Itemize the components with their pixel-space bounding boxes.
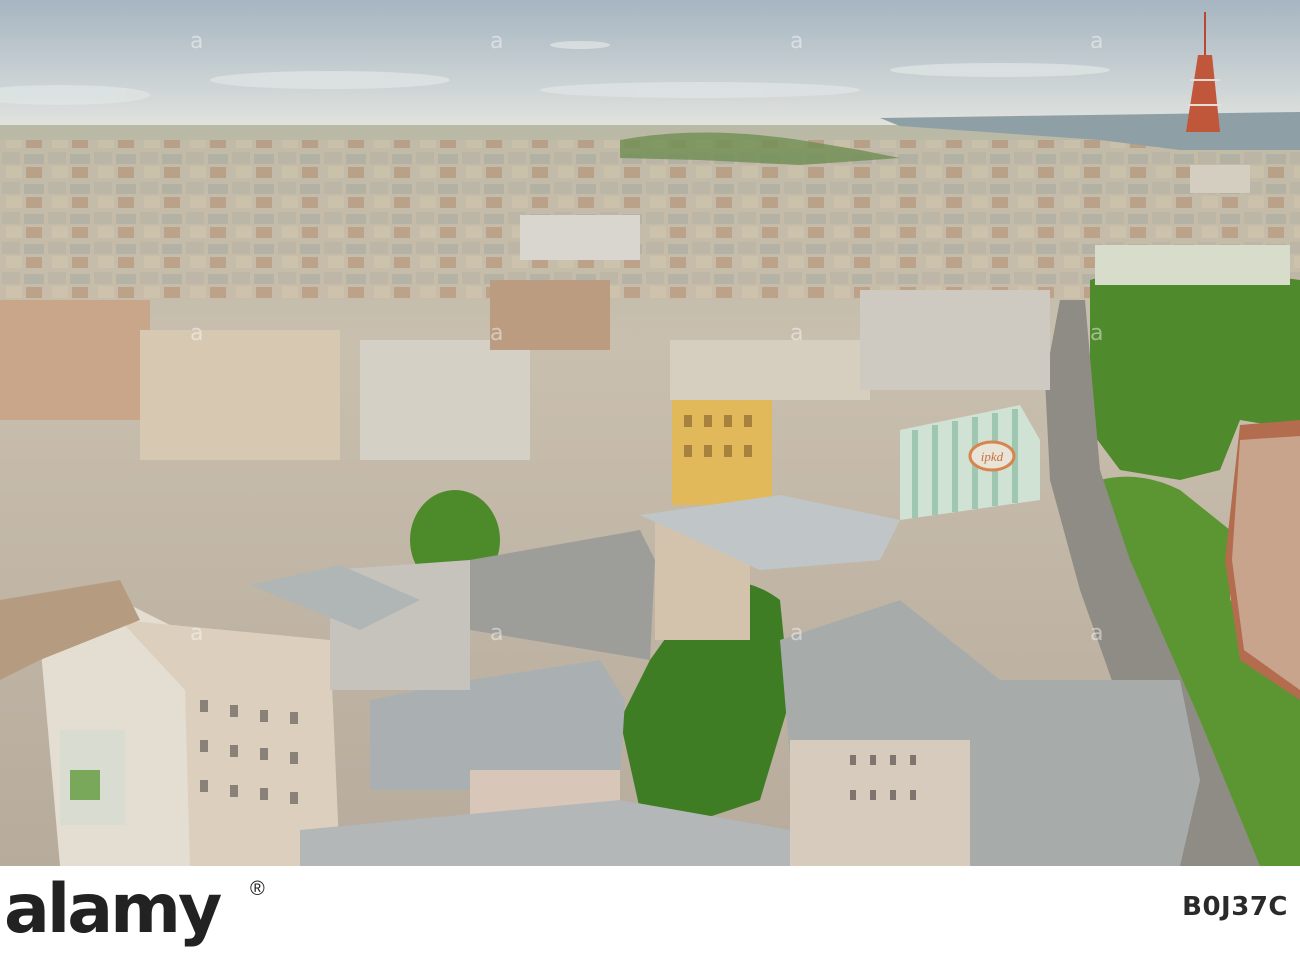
svg-text:a: a [1090, 621, 1103, 646]
svg-text:a: a [190, 29, 203, 54]
svg-text:a: a [790, 621, 803, 646]
svg-text:a: a [790, 29, 803, 54]
image-id: B0J37C [1182, 892, 1288, 922]
svg-text:a: a [1090, 321, 1103, 346]
svg-text:a: a [190, 621, 203, 646]
building-pale-green [1095, 245, 1290, 285]
block-right [860, 290, 1050, 390]
building-distant [1190, 165, 1250, 193]
svg-text:a: a [490, 621, 503, 646]
brand-wordmark: alamy [4, 870, 222, 949]
facade-sign: ipkd [981, 449, 1004, 464]
block-left-2 [140, 330, 340, 460]
block-center [670, 340, 870, 400]
svg-text:a: a [190, 321, 203, 346]
block-brick [490, 280, 610, 350]
block-center-left [360, 340, 530, 460]
svg-text:a: a [490, 29, 503, 54]
building-white [520, 215, 640, 260]
svg-text:a: a [490, 321, 503, 346]
city-photo: ipkd a a a a a a a a a a a a [0, 0, 1300, 866]
svg-text:a: a [1090, 29, 1103, 54]
registered-mark: ® [250, 878, 265, 900]
svg-text:a: a [790, 321, 803, 346]
brand-logo: alamy ® [4, 876, 318, 944]
sky [0, 0, 1300, 130]
building-right-front [790, 740, 970, 866]
block-left [0, 300, 150, 420]
